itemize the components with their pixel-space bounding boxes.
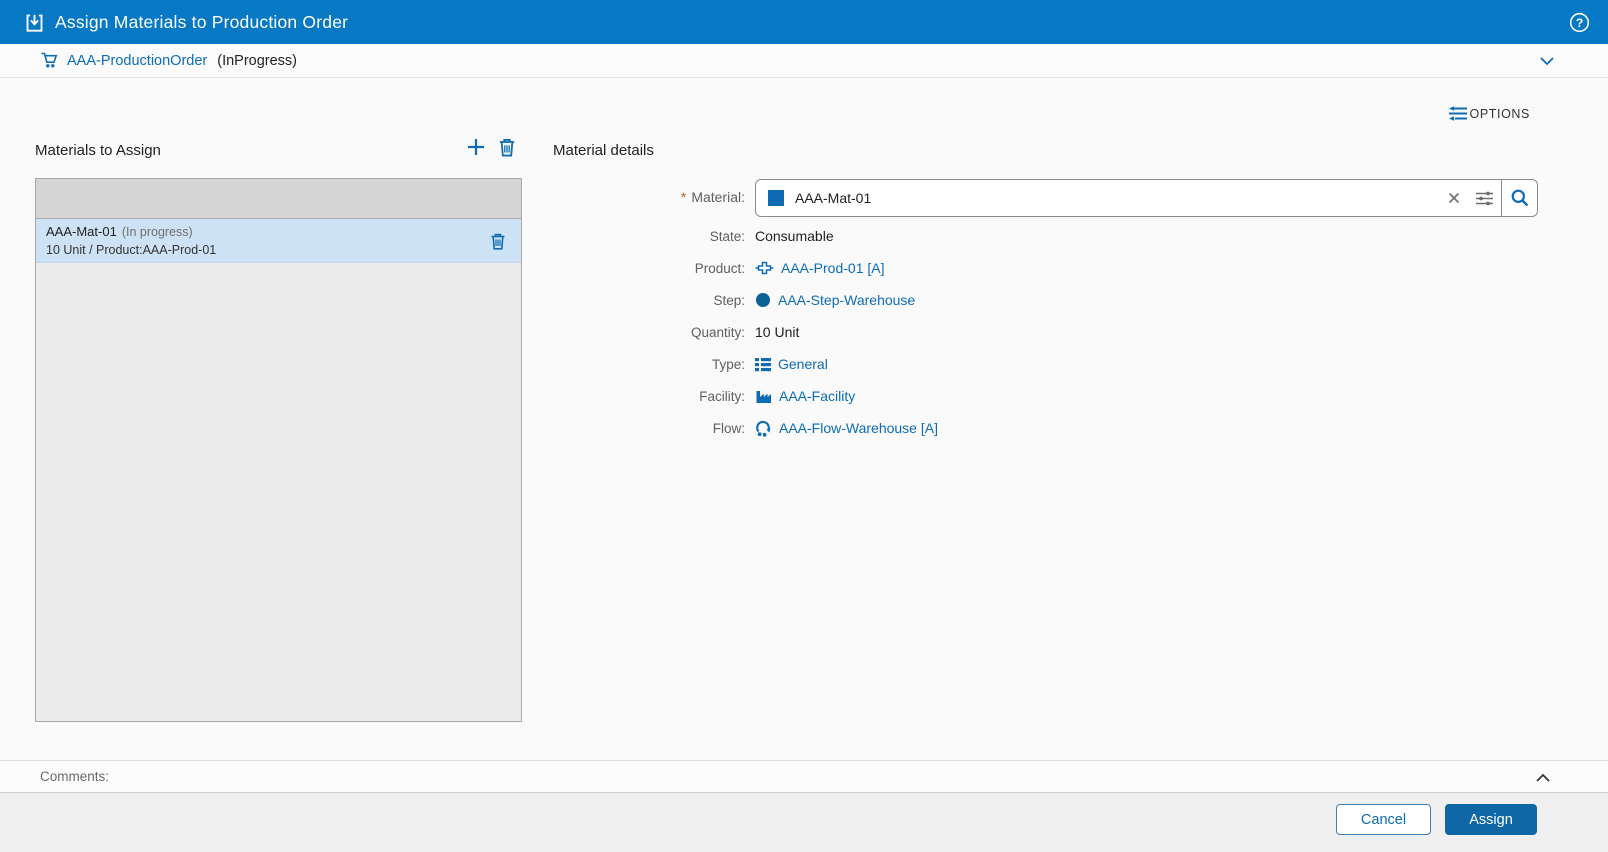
breadcrumb: AAA-ProductionOrder (InProgress) [0, 44, 1608, 78]
material-input-value[interactable]: AAA-Mat-01 [795, 190, 1440, 206]
field-state-label: State: [709, 228, 745, 244]
chevron-down-icon[interactable] [1538, 53, 1556, 74]
field-facility-label: Facility: [699, 388, 745, 404]
field-facility-link[interactable]: AAA-Facility [779, 388, 855, 404]
type-icon [755, 357, 771, 372]
footer: Cancel Assign [0, 793, 1608, 852]
material-list-item[interactable]: AAA-Mat-01 (In progress) 10 Unit / Produc… [36, 219, 521, 263]
field-flow: Flow: AAA-Flow-Warehouse [A] [553, 418, 938, 438]
options-icon [1447, 104, 1469, 123]
field-type-link[interactable]: General [778, 356, 828, 372]
field-quantity-value: 10 Unit [755, 324, 800, 340]
svg-text:?: ? [1576, 15, 1583, 29]
titlebar: Assign Materials to Production Order ? [0, 0, 1608, 44]
help-icon[interactable]: ? [1569, 12, 1590, 33]
add-icon[interactable] [464, 135, 488, 164]
assign-button[interactable]: Assign [1445, 804, 1537, 835]
material-detail-fields: State: Consumable Product: AAA-Prod-01 [… [553, 226, 938, 450]
flow-icon [755, 420, 772, 437]
materials-panel-title: Materials to Assign [35, 142, 161, 159]
material-details-title: Material details [553, 142, 654, 159]
field-step-link[interactable]: AAA-Step-Warehouse [778, 292, 915, 308]
material-input[interactable]: AAA-Mat-01 [755, 179, 1538, 217]
field-facility: Facility: AAA-Facility [553, 386, 938, 406]
material-item-name: AAA-Mat-01 [46, 224, 117, 239]
field-quantity-label: Quantity: [690, 324, 745, 340]
cart-icon [40, 51, 59, 70]
required-marker: * [680, 189, 687, 205]
item-delete-icon[interactable] [489, 232, 507, 256]
field-quantity: Quantity: 10 Unit [553, 322, 938, 342]
delete-icon[interactable] [497, 137, 517, 163]
product-icon [755, 260, 774, 277]
field-step-label: Step: [713, 292, 745, 308]
search-icon[interactable] [1501, 180, 1537, 216]
breadcrumb-order-status: (InProgress) [217, 52, 298, 69]
material-type-icon [768, 190, 784, 206]
materials-list: AAA-Mat-01 (In progress) 10 Unit / Produc… [35, 178, 522, 722]
field-type-label: Type: [711, 356, 745, 372]
material-field-label-text: Material: [691, 189, 745, 205]
comments-label: Comments: [40, 769, 110, 784]
field-state: State: Consumable [553, 226, 938, 246]
field-state-value: Consumable [755, 228, 834, 244]
options-button[interactable]: OPTIONS [1447, 104, 1530, 123]
comments-bar[interactable]: Comments: [0, 760, 1608, 793]
assign-materials-icon [24, 12, 45, 33]
options-label: OPTIONS [1469, 106, 1530, 121]
material-item-detail: 10 Unit / Product:AAA-Prod-01 [46, 243, 217, 257]
field-product-link[interactable]: AAA-Prod-01 [A] [781, 260, 885, 276]
step-icon [755, 292, 771, 308]
cancel-button[interactable]: Cancel [1336, 804, 1431, 835]
field-step: Step: AAA-Step-Warehouse [553, 290, 938, 310]
clear-icon[interactable] [1447, 191, 1461, 205]
facility-icon [755, 388, 772, 404]
field-product-label: Product: [694, 260, 745, 276]
field-flow-link[interactable]: AAA-Flow-Warehouse [A] [779, 420, 938, 436]
field-type: Type: General [553, 354, 938, 374]
material-field-label: * Material: [553, 189, 745, 205]
breadcrumb-order-link[interactable]: AAA-ProductionOrder [67, 53, 207, 69]
chevron-up-icon[interactable] [1534, 771, 1552, 790]
advanced-search-icon[interactable] [1475, 190, 1494, 207]
material-item-status: (In progress) [121, 225, 193, 239]
materials-list-header[interactable] [36, 179, 521, 219]
page-title: Assign Materials to Production Order [55, 11, 349, 32]
field-flow-label: Flow: [712, 420, 745, 436]
field-product: Product: AAA-Prod-01 [A] [553, 258, 938, 278]
material-item-line1: AAA-Mat-01 (In progress) [46, 222, 511, 242]
